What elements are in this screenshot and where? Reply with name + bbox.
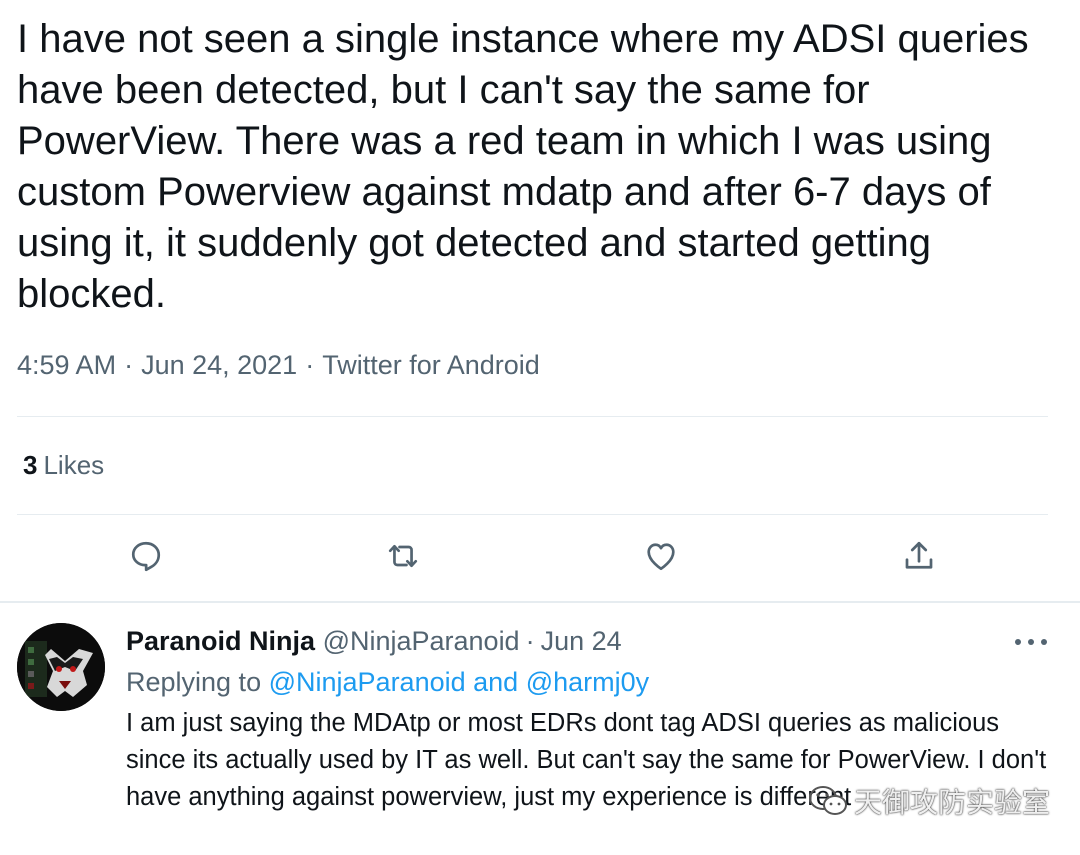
like-button[interactable] [641,536,681,576]
section-divider [0,601,1080,603]
meta-separator: · [124,350,134,380]
share-upload-icon [905,541,933,569]
more-dot [1015,639,1021,645]
reply-button[interactable] [126,536,166,576]
more-dot [1028,639,1034,645]
replying-user-link[interactable]: @NinjaParanoid [269,667,466,697]
watermark: 天御攻防实验室 [808,781,1050,821]
reply-header: Paranoid Ninja @NinjaParanoid · Jun 24 [126,626,622,657]
tweet-text: I have not seen a single instance where … [17,17,1029,316]
retweet-arrows-icon [388,544,418,568]
reply-display-name[interactable]: Paranoid Ninja [126,626,315,656]
replying-user-link[interactable]: @harmj0y [526,667,649,697]
wechat-icon [809,786,847,815]
heart-outline-icon [647,543,675,571]
more-dot [1041,639,1047,645]
share-button[interactable] [899,536,939,576]
divider [17,416,1048,417]
reply-date[interactable]: Jun 24 [541,626,622,656]
tweet-date[interactable]: Jun 24, 2021 [141,350,297,380]
speech-bubble-icon [131,541,161,572]
reply-handle[interactable]: @NinjaParanoid [323,626,520,656]
likes-label: Likes [43,450,105,480]
avatar[interactable] [17,623,105,711]
likes-count: 3 [23,450,38,480]
watermark-text: 天御攻防实验室 [854,787,1051,818]
header-separator: · [525,626,535,656]
divider [17,514,1048,515]
retweet-button[interactable] [383,536,423,576]
replying-prefix: Replying to [126,667,262,697]
tweet-source[interactable]: Twitter for Android [322,350,540,380]
tweet-time[interactable]: 4:59 AM [17,350,116,380]
tweet-meta: 4:59 AM · Jun 24, 2021 · Twitter for Android [17,350,540,381]
ninja-avatar-image [17,623,105,711]
likes-stat[interactable]: 3 Likes [23,450,104,481]
replying-to: Replying to @NinjaParanoid and @harmj0y [126,667,649,698]
meta-separator: · [305,350,315,380]
replying-and: and [473,667,519,697]
more-options-icon[interactable] [1015,630,1047,654]
